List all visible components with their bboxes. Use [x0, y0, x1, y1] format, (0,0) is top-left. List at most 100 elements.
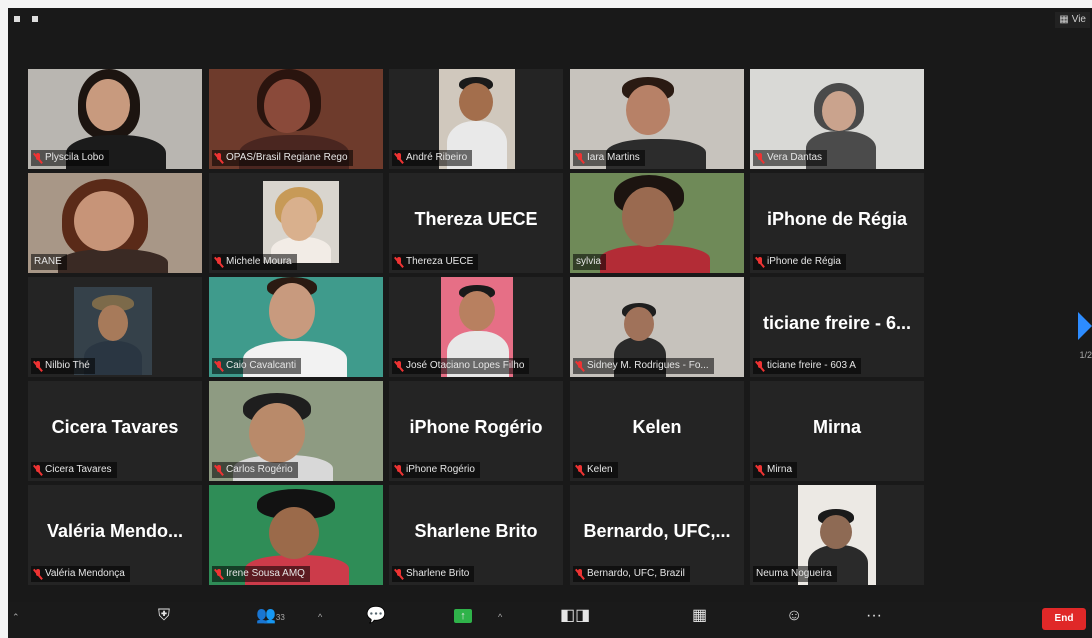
participant-name-tag: Valéria Mendonça [31, 566, 130, 582]
chevron-up-icon[interactable]: ⌃ [12, 612, 20, 623]
security-shield-icon[interactable] [32, 16, 38, 22]
mic-muted-icon [215, 568, 223, 580]
participant-tile[interactable]: Vera Dantas [750, 69, 924, 169]
view-button-label: Vie [1071, 14, 1086, 25]
breakout-rooms-icon: ▦ [692, 607, 708, 624]
participant-name: Kelen [587, 464, 613, 475]
participant-name-tag: Thereza UECE [392, 254, 479, 270]
chat-button[interactable]: 💬 [366, 606, 386, 637]
mic-muted-icon [34, 464, 42, 476]
participant-name-tag: Neuma Nogueira [753, 566, 837, 582]
participant-tile[interactable]: Sharlene Brito Sharlene Brito [389, 485, 563, 585]
participant-name: Valéria Mendonça [45, 568, 125, 579]
participant-tile[interactable]: André Ribeiro [389, 69, 563, 169]
participant-tile[interactable]: ticiane freire - 6... ticiane freire - 60… [750, 277, 924, 377]
participant-name: Sharlene Brito [406, 568, 470, 579]
participant-tile[interactable]: Michele Moura [209, 173, 383, 273]
grid-view-icon: ▦ [1059, 14, 1069, 25]
participant-name: Plyscila Lobo [45, 152, 104, 163]
meeting-info-icon[interactable] [14, 16, 20, 22]
participant-tile[interactable]: Sidney M. Rodrigues - Fo... [570, 277, 744, 377]
participant-tile[interactable]: RANE [28, 173, 202, 273]
participant-tile[interactable]: Plyscila Lobo [28, 69, 202, 169]
view-button[interactable]: ▦ Vie [1055, 12, 1090, 28]
mic-muted-icon [34, 360, 42, 372]
participant-name-tag: Carlos Rogério [212, 462, 298, 478]
participant-name: RANE [34, 256, 62, 267]
participant-tile[interactable]: Caio Cavalcanti [209, 277, 383, 377]
mic-muted-icon [576, 360, 584, 372]
share-screen-button[interactable]: ↑ [454, 606, 472, 634]
participant-tile[interactable]: José Otaciano Lopes Filho [389, 277, 563, 377]
participant-tile[interactable]: Bernardo, UFC,... Bernardo, UFC, Brazil [570, 485, 744, 585]
participant-tile[interactable]: Mirna Mirna [750, 381, 924, 481]
mic-muted-icon [215, 464, 223, 476]
mic-muted-icon [756, 152, 764, 164]
mic-muted-icon [395, 152, 403, 164]
participant-name-tag: Sidney M. Rodrigues - Fo... [573, 358, 714, 374]
participant-name: Thereza UECE [406, 256, 474, 267]
mic-muted-icon [756, 360, 764, 372]
participants-caret-icon[interactable]: ^ [318, 612, 322, 622]
next-page-arrow-icon[interactable] [1078, 312, 1092, 340]
participant-tile[interactable]: Carlos Rogério [209, 381, 383, 481]
participant-name-tag: Sharlene Brito [392, 566, 475, 582]
record-button[interactable]: ◧◨ [560, 606, 590, 637]
mic-muted-icon [215, 256, 223, 268]
participant-display-name: ticiane freire - 6... [762, 313, 912, 333]
participants-button[interactable]: 👥33 [256, 606, 285, 638]
participant-tile[interactable]: Neuma Nogueira [750, 485, 924, 585]
mic-muted-icon [395, 568, 403, 580]
chat-icon: 💬 [366, 607, 386, 624]
participant-tile[interactable]: iPhone Rogério iPhone Rogério [389, 381, 563, 481]
zoom-meeting-window: ▦ Vie Plyscila Lobo OPAS/Brasil Regiane R… [8, 8, 1092, 638]
participant-name: Irene Sousa AMQ [226, 568, 305, 579]
more-button[interactable]: ··· [866, 606, 882, 637]
participant-tile[interactable]: Cicera Tavares Cicera Tavares [28, 381, 202, 481]
participant-name-tag: RANE [31, 254, 67, 270]
gallery-grid: Plyscila Lobo OPAS/Brasil Regiane Rego And… [28, 69, 926, 585]
share-screen-icon: ↑ [454, 609, 472, 623]
participant-name: iPhone Rogério [406, 464, 475, 475]
mic-muted-icon [576, 568, 584, 580]
share-caret-icon[interactable]: ^ [498, 612, 502, 622]
participant-name-tag: iPhone Rogério [392, 462, 480, 478]
participant-name-tag: Kelen [573, 462, 618, 478]
participant-tile[interactable]: OPAS/Brasil Regiane Rego [209, 69, 383, 169]
more-icon: ··· [866, 607, 882, 624]
participant-tile[interactable]: sylvia [570, 173, 744, 273]
participant-display-name: Kelen [632, 417, 682, 437]
end-button[interactable]: End [1042, 608, 1086, 630]
participant-name-tag: OPAS/Brasil Regiane Rego [212, 150, 353, 166]
participant-name-tag: Nilbio Thé [31, 358, 95, 374]
reactions-icon: ☺ [786, 607, 803, 624]
record-icon: ◧◨ [560, 607, 591, 624]
participant-display-name: Mirna [812, 417, 861, 437]
security-button[interactable]: ⛨ [158, 606, 170, 637]
participant-video [263, 181, 339, 263]
participant-name-tag: ticiane freire - 603 A [753, 358, 861, 374]
participant-name-tag: Plyscila Lobo [31, 150, 109, 166]
participant-name: sylvia [576, 256, 602, 267]
participant-display-name: Sharlene Brito [414, 521, 538, 541]
shield-icon: ⛨ [158, 607, 171, 624]
participant-tile[interactable]: Nilbio Thé [28, 277, 202, 377]
mic-muted-icon [756, 256, 764, 268]
reactions-button[interactable]: ☺ [786, 606, 802, 637]
participant-name: Iara Martins [587, 152, 640, 163]
participant-tile[interactable]: Thereza UECE Thereza UECE [389, 173, 563, 273]
mic-muted-icon [215, 360, 223, 372]
participant-tile[interactable]: Valéria Mendo... Valéria Mendonça [28, 485, 202, 585]
participants-icon: 👥33 [256, 607, 285, 624]
participant-tile[interactable]: Irene Sousa AMQ [209, 485, 383, 585]
participant-name: iPhone de Régia [767, 256, 841, 267]
mic-muted-icon [395, 256, 403, 268]
participant-tile[interactable]: Iara Martins [570, 69, 744, 169]
participant-tile[interactable]: Kelen Kelen [570, 381, 744, 481]
participant-name: Mirna [767, 464, 793, 475]
mic-muted-icon [34, 568, 42, 580]
breakout-rooms-button[interactable]: ▦ [692, 606, 707, 637]
participant-tile[interactable]: iPhone de Régia iPhone de Régia [750, 173, 924, 273]
participant-display-name: iPhone Rogério [409, 417, 543, 437]
participant-display-name: Cicera Tavares [51, 417, 179, 437]
